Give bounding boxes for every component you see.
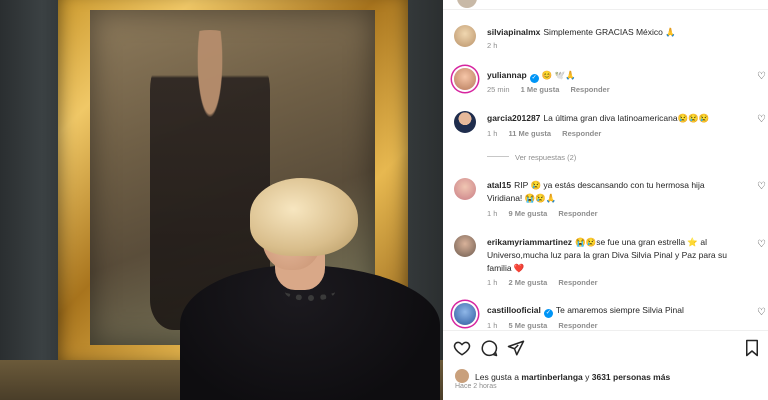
comment-meta: 25 min 1 Me gusta Responder [487, 85, 619, 94]
paper-plane-icon[interactable] [507, 339, 525, 357]
comment-username[interactable]: yuliannap [487, 70, 527, 80]
reply-button[interactable]: Responder [558, 321, 597, 330]
comment-username[interactable]: castillooficial [487, 305, 541, 315]
likes-count[interactable]: 3631 personas más [592, 372, 670, 382]
likes-user[interactable]: martinberlanga [521, 372, 582, 382]
comment-text: castillooficial ✓ Te amaremos siempre Silv… [487, 304, 745, 318]
woman-necklace [285, 283, 335, 301]
comment-time[interactable]: 1 h [487, 209, 497, 218]
bookmark-icon[interactable] [743, 339, 761, 357]
comment-body: RIP 😢 ya estás descansando con tu hermos… [487, 180, 705, 203]
comment-time[interactable]: 1 h [487, 129, 497, 138]
heart-icon[interactable]: ♡ [757, 239, 766, 250]
avatar[interactable] [454, 178, 476, 200]
comment-body: 😊 🕊️🙏 [541, 70, 576, 80]
replies-divider [487, 156, 509, 157]
avatar[interactable] [454, 235, 476, 257]
reply-button[interactable]: Responder [562, 129, 601, 138]
comment-text: atal15 RIP 😢 ya estás descansando con tu … [487, 179, 737, 205]
comment-meta: 1 h 2 Me gusta Responder [487, 278, 607, 287]
comment-time[interactable]: 1 h [487, 321, 497, 330]
comment-likes[interactable]: 2 Me gusta [509, 278, 548, 287]
post-time[interactable]: Hace 2 horas [455, 383, 497, 390]
comment-time[interactable]: 1 h [487, 278, 497, 287]
caption-meta: 2 h [487, 41, 506, 50]
comments-panel: silviapinalmx Simplemente GRACIAS México … [443, 0, 768, 400]
comment-likes[interactable]: 1 Me gusta [521, 85, 560, 94]
comment-text: erikamyriammartinez 😭😢se fue una gran est… [487, 236, 737, 275]
comment-username[interactable]: atal15 [487, 180, 511, 190]
comment-username[interactable]: garcia201287 [487, 113, 540, 123]
avatar[interactable] [454, 111, 476, 133]
caption-text: silviapinalmx Simplemente GRACIAS México … [487, 26, 745, 39]
comment-time[interactable]: 25 min [487, 85, 510, 94]
comment-body: La última gran diva latinoamericana😢😢😢 [543, 113, 710, 123]
heart-outline-icon[interactable] [453, 339, 471, 357]
comment-likes[interactable]: 11 Me gusta [509, 129, 552, 138]
comment-meta: 1 h 5 Me gusta Responder [487, 321, 607, 330]
heart-icon[interactable]: ♡ [757, 114, 766, 125]
avatar[interactable] [454, 25, 476, 47]
avatar[interactable] [454, 68, 476, 90]
woman-hair [250, 178, 358, 256]
comment-likes[interactable]: 9 Me gusta [509, 209, 548, 218]
comment-meta: 1 h 9 Me gusta Responder [487, 209, 607, 218]
comment-body: Te amaremos siempre Silvia Pinal [555, 305, 684, 315]
comment-text: garcia201287 La última gran diva latinoam… [487, 112, 745, 125]
comment-text: yuliannap ✓ 😊 🕊️🙏 [487, 69, 745, 83]
heart-icon[interactable]: ♡ [757, 307, 766, 318]
caption-username[interactable]: silviapinalmx [487, 27, 540, 37]
likes-summary: Les gusta a martinberlanga y 3631 person… [455, 369, 670, 383]
reply-button[interactable]: Responder [570, 85, 609, 94]
heart-icon[interactable]: ♡ [757, 71, 766, 82]
verified-badge-icon: ✓ [529, 74, 539, 83]
comment-username[interactable]: erikamyriammartinez [487, 237, 572, 247]
reply-button[interactable]: Responder [558, 209, 597, 218]
avatar[interactable] [454, 303, 476, 325]
comment-meta: 1 h 11 Me gusta Responder [487, 129, 610, 138]
caption-body: Simplemente GRACIAS México 🙏 [543, 27, 676, 37]
comment-bubble-icon[interactable] [480, 339, 498, 357]
avatar[interactable] [457, 0, 477, 8]
comment-likes[interactable]: 5 Me gusta [509, 321, 548, 330]
likes-middle: y [585, 372, 590, 382]
view-replies-label[interactable]: Ver respuestas (2) [515, 153, 576, 162]
panel-top-divider [443, 0, 768, 10]
avatar[interactable] [455, 369, 469, 383]
verified-badge-icon: ✓ [543, 309, 553, 318]
heart-icon[interactable]: ♡ [757, 181, 766, 192]
post-photo [0, 0, 443, 400]
likes-prefix: Les gusta a [475, 372, 519, 382]
caption-time[interactable]: 2 h [487, 41, 497, 50]
view-replies-button[interactable]: Ver respuestas (2) [487, 153, 576, 162]
reply-button[interactable]: Responder [558, 278, 597, 287]
